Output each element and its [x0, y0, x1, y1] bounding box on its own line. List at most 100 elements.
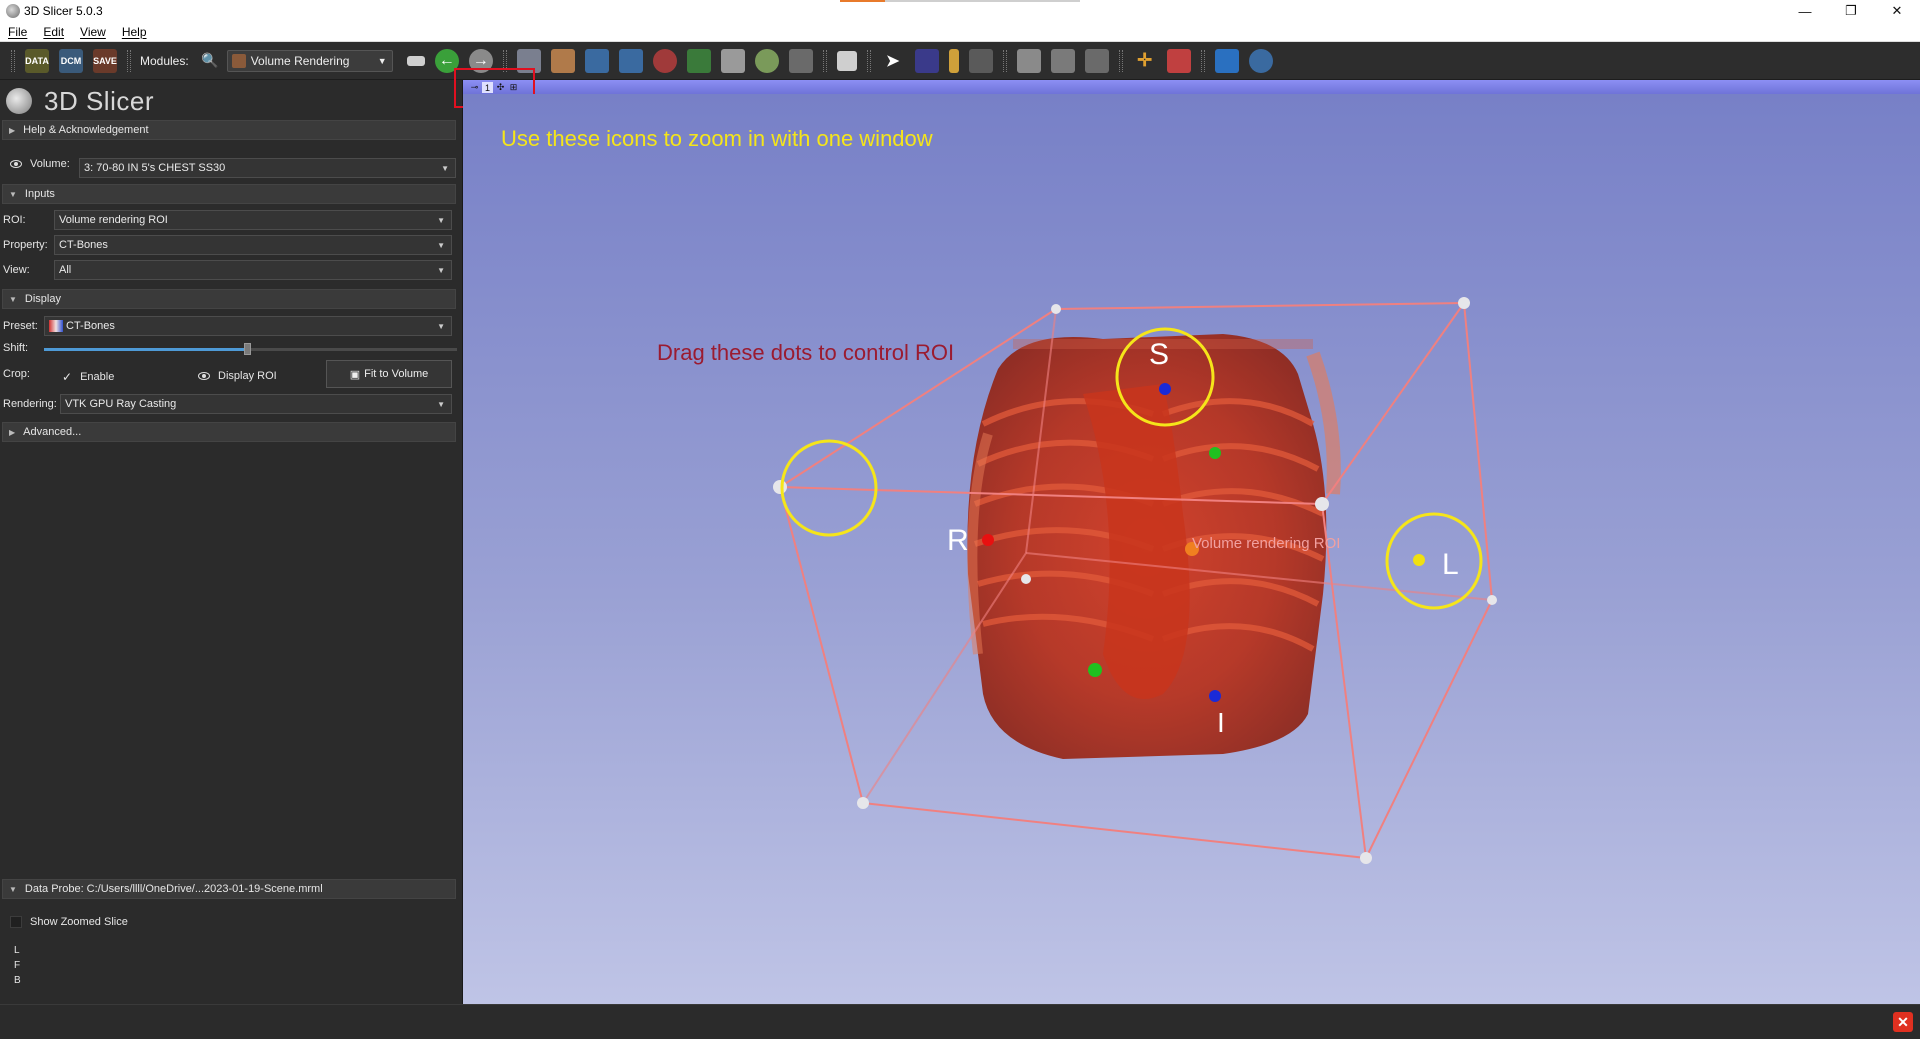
view-controller-bar[interactable]	[463, 80, 1920, 94]
main-toolbar: DATA DCM SAVE Modules: 🔍 Volume Renderin…	[0, 42, 1920, 80]
error-log-icon[interactable]: ✕	[1893, 1012, 1913, 1032]
roi-selector[interactable]: Volume rendering ROI ▼	[54, 210, 452, 230]
volume-label: Volume:	[30, 158, 70, 170]
restore-icon[interactable]: ❐	[1828, 0, 1874, 22]
module-panel: 3D Slicer ▶ Help & Acknowledgement Volum…	[0, 80, 462, 1004]
rendering-row: Rendering:	[3, 398, 57, 410]
visibility-eye-icon[interactable]	[10, 160, 22, 168]
toolbar-grip[interactable]	[1200, 49, 1205, 72]
data-module-icon[interactable]	[550, 48, 575, 73]
chevron-down-icon: ▼	[437, 240, 445, 250]
orientation-label-s: S	[1149, 338, 1169, 371]
view-row: View:	[3, 264, 30, 276]
toolbar-grip[interactable]	[127, 49, 131, 72]
segment-editor-icon[interactable]	[652, 48, 677, 73]
chevron-down-icon: ▼	[437, 321, 445, 331]
orientation-label-r: R	[947, 524, 969, 557]
home-icon[interactable]	[788, 48, 813, 73]
module-search-icon[interactable]: 🔍	[198, 49, 222, 73]
roi-node-label: Volume rendering ROI	[1192, 535, 1340, 552]
markups-icon[interactable]	[720, 48, 745, 73]
enable-crop-checkbox[interactable]: ✓ Enable	[62, 370, 114, 384]
show-zoomed-slice-checkbox[interactable]: Show Zoomed Slice	[10, 916, 128, 928]
property-value: CT-Bones	[59, 239, 108, 251]
save-button[interactable]: SAVE	[93, 48, 117, 73]
status-bar	[0, 1004, 1920, 1039]
roi-handle-superior[interactable]	[1159, 383, 1171, 395]
dicom-icon[interactable]	[754, 48, 779, 73]
save-label: SAVE	[93, 55, 117, 66]
rendering-label: Rendering:	[3, 398, 57, 410]
shift-slider-track[interactable]	[249, 348, 457, 351]
fit-to-volume-label: Fit to Volume	[364, 368, 429, 380]
display-roi-label: Display ROI	[218, 370, 277, 382]
menu-view[interactable]: View	[72, 25, 114, 39]
rendering-value: VTK GPU Ray Casting	[65, 398, 177, 410]
expand-arrow-icon: ▶	[9, 427, 16, 437]
module-selector[interactable]: Volume Rendering ▼	[226, 49, 393, 72]
module-list-icon[interactable]	[406, 55, 425, 66]
crop-label: Crop:	[3, 368, 30, 380]
preset-row: Preset:	[3, 320, 38, 332]
load-dicom-button[interactable]: DCM	[59, 48, 83, 73]
capture-icon[interactable]	[1084, 48, 1109, 73]
toolbar-grip[interactable]	[1002, 49, 1007, 72]
toolbar-grip[interactable]	[822, 49, 827, 72]
chevron-down-icon: ▼	[437, 265, 445, 275]
volume-value: 3: 70-80 IN 5's CHEST SS30	[84, 162, 226, 174]
pointer-icon[interactable]: ➤	[881, 49, 905, 73]
menu-file[interactable]: File	[0, 25, 35, 39]
roi-handle-posterior[interactable]	[1088, 663, 1102, 677]
shift-slider-filled[interactable]	[44, 348, 249, 351]
roi-handle-right[interactable]	[982, 534, 994, 546]
markup-place-icon[interactable]	[1166, 48, 1191, 73]
view-selector[interactable]: All ▼	[54, 260, 452, 280]
roi-handle-left[interactable]	[1413, 554, 1425, 566]
inputs-section[interactable]: ▼ Inputs	[2, 184, 456, 204]
toolbar-grip[interactable]	[11, 49, 15, 72]
display-section[interactable]: ▼ Display	[2, 289, 456, 309]
help-acknowledgement-section[interactable]: ▶ Help & Acknowledgement	[2, 120, 456, 140]
property-selector[interactable]: CT-Bones ▼	[54, 235, 452, 255]
python-console-icon[interactable]	[1248, 48, 1273, 73]
orientation-label-i: I	[1217, 707, 1225, 738]
toolbar-grip[interactable]	[1118, 49, 1123, 72]
extension-manager-icon[interactable]	[1214, 48, 1239, 73]
roi-handle-inferior[interactable]	[1209, 690, 1221, 702]
volume-rendering-icon	[231, 53, 246, 68]
visibility-eye-icon	[198, 372, 210, 380]
roi-handle-anterior[interactable]	[1209, 447, 1221, 459]
property-label: Property:	[3, 239, 48, 251]
models-module-icon[interactable]	[618, 48, 643, 73]
menu-help[interactable]: Help	[114, 25, 155, 39]
window-level-icon[interactable]	[948, 48, 959, 73]
transforms-icon[interactable]	[686, 48, 711, 73]
preset-selector[interactable]: CT-Bones ▼	[44, 316, 452, 336]
close-icon[interactable]: ✕	[1874, 0, 1920, 22]
data-probe-section[interactable]: ▼ Data Probe: C:/Users/llll/OneDrive/...…	[2, 879, 456, 899]
3d-scene[interactable]: Use these icons to zoom in with one wind…	[463, 94, 1920, 1004]
load-data-button[interactable]: DATA	[25, 48, 49, 73]
probe-letter: F	[14, 960, 21, 971]
volume-selector[interactable]: 3: 70-80 IN 5's CHEST SS30 ▼	[79, 158, 456, 178]
minimize-icon[interactable]: —	[1782, 0, 1828, 22]
crosshair-toggle-icon[interactable]	[968, 48, 993, 73]
menu-edit[interactable]: Edit	[35, 25, 72, 39]
checkmark-icon: ✓	[62, 370, 73, 384]
view-layout-icon[interactable]	[914, 48, 939, 73]
property-row: Property:	[3, 239, 48, 251]
rendering-selector[interactable]: VTK GPU Ray Casting ▼	[60, 394, 452, 414]
display-roi-toggle[interactable]: Display ROI	[198, 370, 277, 382]
toolbar-grip[interactable]	[866, 49, 871, 72]
screenshot-icon[interactable]	[1016, 48, 1041, 73]
fit-to-volume-button[interactable]: ▣ Fit to Volume	[326, 360, 452, 388]
advanced-section[interactable]: ▶ Advanced...	[2, 422, 456, 442]
menu-bar: File Edit View Help	[0, 22, 1920, 42]
scene-views-icon[interactable]	[1050, 48, 1075, 73]
shift-slider-handle[interactable]	[244, 343, 251, 355]
3d-view[interactable]: Use these icons to zoom in with one wind…	[463, 94, 1920, 1004]
collapse-arrow-icon: ▼	[9, 189, 17, 199]
crosshair-icon[interactable]: ✛	[1133, 49, 1157, 73]
volumes-module-icon[interactable]	[584, 48, 609, 73]
layout-icon[interactable]	[836, 50, 857, 71]
